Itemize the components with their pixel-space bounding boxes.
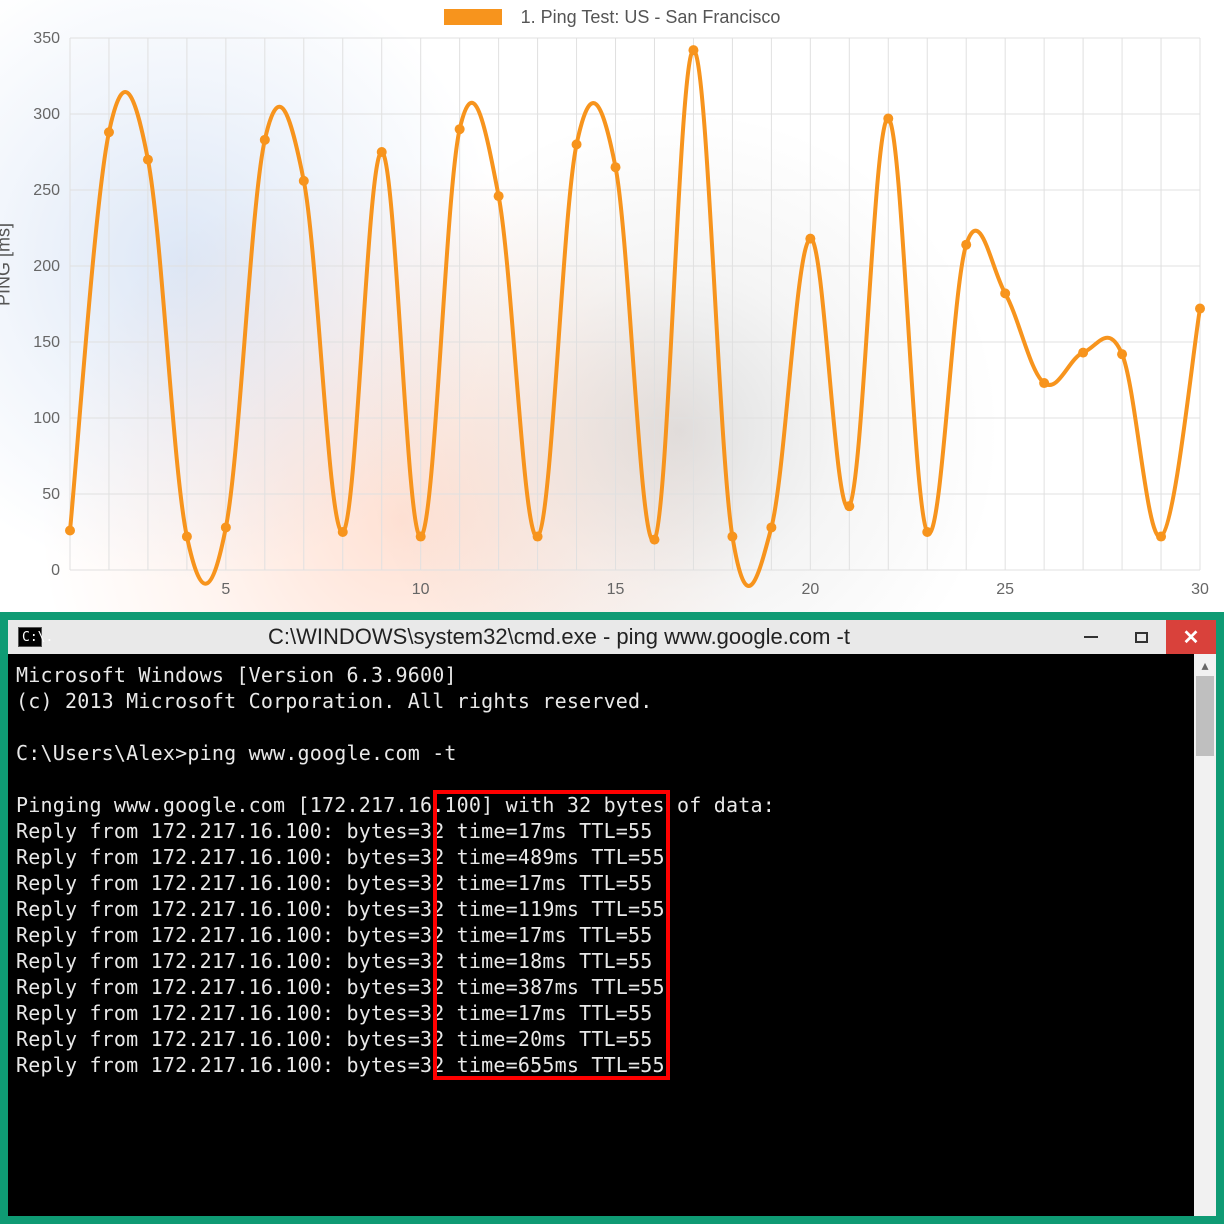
svg-text:10: 10 bbox=[412, 581, 430, 598]
svg-text:350: 350 bbox=[33, 30, 60, 47]
cmd-icon: C:\. bbox=[18, 627, 42, 647]
close-button[interactable]: ✕ bbox=[1166, 620, 1216, 654]
console-area[interactable]: Microsoft Windows [Version 6.3.9600] (c)… bbox=[8, 654, 1216, 1216]
cmd-window: C:\. C:\WINDOWS\system32\cmd.exe - ping … bbox=[0, 612, 1224, 1224]
svg-text:5: 5 bbox=[221, 581, 230, 598]
highlight-box bbox=[433, 790, 670, 1080]
chart-svg: 0 50 100 150 200 250 300 350 5 10 15 20 25 30 bbox=[0, 0, 1224, 612]
svg-text:50: 50 bbox=[42, 486, 60, 503]
chart-panel: 1. Ping Test: US - San Francisco PING [m… bbox=[0, 0, 1224, 612]
svg-text:250: 250 bbox=[33, 182, 60, 199]
scroll-thumb[interactable] bbox=[1196, 676, 1214, 756]
svg-text:15: 15 bbox=[607, 581, 625, 598]
svg-text:30: 30 bbox=[1191, 581, 1209, 598]
scroll-up-icon[interactable]: ▴ bbox=[1194, 654, 1216, 676]
svg-text:0: 0 bbox=[51, 562, 60, 579]
window-title: C:\WINDOWS\system32\cmd.exe - ping www.g… bbox=[52, 624, 1066, 650]
maximize-button[interactable] bbox=[1116, 620, 1166, 654]
scrollbar[interactable]: ▴ bbox=[1194, 654, 1216, 1216]
svg-text:200: 200 bbox=[33, 258, 60, 275]
minimize-button[interactable] bbox=[1066, 620, 1116, 654]
titlebar[interactable]: C:\. C:\WINDOWS\system32\cmd.exe - ping … bbox=[8, 620, 1216, 654]
svg-text:300: 300 bbox=[33, 106, 60, 123]
svg-text:100: 100 bbox=[33, 410, 60, 427]
svg-text:150: 150 bbox=[33, 334, 60, 351]
svg-text:20: 20 bbox=[801, 581, 819, 598]
svg-text:25: 25 bbox=[996, 581, 1014, 598]
